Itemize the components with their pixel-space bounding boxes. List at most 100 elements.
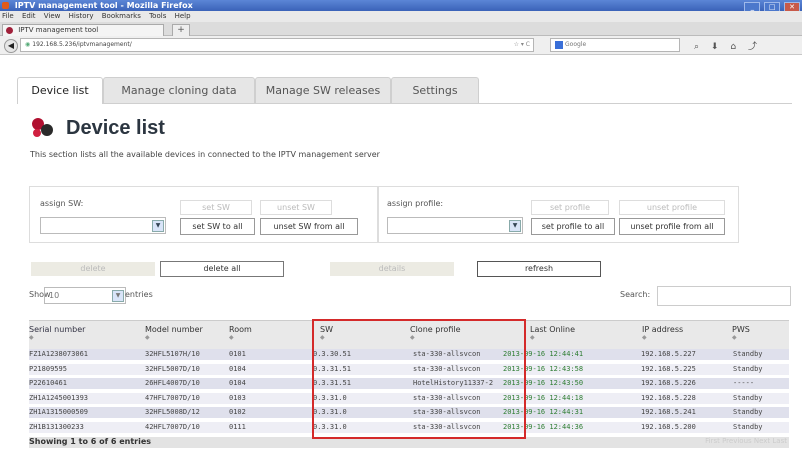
- web-search-box[interactable]: Google: [550, 38, 680, 52]
- cell-model-number: 32HFL5008D/12: [145, 408, 200, 416]
- set-sw-button[interactable]: set SW: [180, 200, 252, 215]
- sort-icon: ◆: [29, 334, 34, 341]
- cell-pws: Standby: [733, 422, 763, 431]
- unset-sw-button[interactable]: unset SW: [260, 200, 332, 215]
- window-title: IPTV management tool - Mozilla Firefox: [14, 1, 193, 10]
- window-titlebar: IPTV management tool - Mozilla Firefox _…: [0, 0, 802, 13]
- cell-serial-number: ZH1A1245001393: [29, 393, 89, 402]
- cell-room: 0103: [229, 393, 246, 402]
- unset-sw-from-all-button[interactable]: unset SW from all: [260, 218, 358, 235]
- page-description: This section lists all the available dev…: [30, 150, 380, 159]
- table-search-label: Search:: [620, 290, 651, 299]
- tab-settings[interactable]: Settings: [391, 77, 479, 103]
- column-last-online[interactable]: Last Online ◆: [530, 325, 575, 341]
- share-icon[interactable]: ⤴: [748, 42, 757, 52]
- entries-label: entries: [125, 290, 153, 299]
- column-pws[interactable]: PWS ◆: [732, 325, 750, 341]
- details-button[interactable]: details: [330, 262, 454, 276]
- pagination[interactable]: First Previous Next Last: [705, 437, 787, 445]
- unset-profile-from-all-button[interactable]: unset profile from all: [619, 218, 725, 235]
- menu-history[interactable]: History: [69, 12, 94, 20]
- menu-edit[interactable]: Edit: [22, 12, 36, 20]
- cell-serial-number: FZ1A1238073061: [29, 350, 89, 358]
- sort-icon: ◆: [145, 334, 150, 341]
- unset-profile-button[interactable]: unset profile: [619, 200, 725, 215]
- cell-room: 0111: [229, 422, 246, 431]
- toolbar-icons: ⌕ ⬇ ⌂ ⤴: [694, 39, 766, 52]
- cell-serial-number: P21809595: [29, 364, 67, 373]
- entries-info: Showing 1 to 6 of 6 entries: [29, 437, 152, 446]
- cell-pws: Standby: [733, 393, 763, 402]
- sort-icon: ◆: [642, 334, 647, 341]
- cell-ip-address: 192.168.5.241: [641, 408, 696, 416]
- delete-all-button[interactable]: delete all: [160, 261, 284, 277]
- cell-pws: Standby: [733, 408, 763, 416]
- assign-sw-label: assign SW:: [40, 199, 84, 208]
- home-icon[interactable]: ⌂: [730, 42, 736, 52]
- cell-model-number: 32HFL5007D/10: [145, 364, 200, 373]
- cell-ip-address: 192.168.5.226: [641, 379, 696, 387]
- browser-tab-title: IPTV management tool: [18, 26, 99, 34]
- refresh-button[interactable]: refresh: [477, 261, 601, 277]
- sw-select[interactable]: ▼: [40, 217, 166, 234]
- page-title: Device list: [66, 117, 165, 139]
- table-search-input[interactable]: [657, 286, 791, 306]
- tab-device-list[interactable]: Device list: [17, 77, 103, 104]
- highlight-box: [312, 319, 526, 439]
- cell-room: 0104: [229, 364, 246, 373]
- cell-ip-address: 192.168.5.228: [641, 393, 696, 402]
- column-serial-number[interactable]: Serial number ◆: [29, 325, 85, 341]
- column-label: IP address: [642, 325, 684, 334]
- set-sw-to-all-button[interactable]: set SW to all: [180, 218, 255, 235]
- delete-button[interactable]: delete: [31, 262, 155, 276]
- profile-select[interactable]: ▼: [387, 217, 523, 234]
- cell-pws: -----: [733, 379, 755, 387]
- tab-manage-cloning-data[interactable]: Manage cloning data: [103, 77, 255, 103]
- cell-model-number: 32HFL5107H/10: [145, 350, 200, 358]
- chevron-down-icon: ▼: [152, 220, 164, 232]
- sort-icon: ◆: [530, 334, 535, 341]
- set-profile-to-all-button[interactable]: set profile to all: [531, 218, 615, 235]
- download-icon[interactable]: ⬇: [711, 42, 719, 52]
- menu-help[interactable]: Help: [175, 12, 191, 20]
- cell-pws: Standby: [733, 364, 763, 373]
- column-label: Room: [229, 325, 252, 334]
- navigation-bar: ◀ ◉ 192.168.5.236/iptvmanagement/ ☆ ▾ C G…: [0, 36, 802, 55]
- cell-ip-address: 192.168.5.200: [641, 422, 696, 431]
- column-model-number[interactable]: Model number ◆: [145, 325, 203, 341]
- reload-icon[interactable]: ☆ ▾ C: [514, 39, 530, 51]
- cell-room: 0102: [229, 408, 246, 416]
- favicon-icon: [6, 27, 13, 34]
- google-icon: [555, 41, 563, 49]
- cell-serial-number: P22610461: [29, 379, 67, 387]
- tab-manage-sw-releases[interactable]: Manage SW releases: [255, 77, 391, 103]
- set-profile-button[interactable]: set profile: [531, 200, 609, 215]
- firefox-icon: [2, 2, 9, 9]
- search-icon[interactable]: ⌕: [694, 42, 699, 52]
- assign-profile-panel: assign profile: ▼ set profile unset prof…: [378, 186, 739, 243]
- sort-icon: ◆: [732, 334, 737, 341]
- menu-bar: File Edit View History Bookmarks Tools H…: [0, 11, 802, 22]
- page-tabs: Device list Manage cloning data Manage S…: [17, 77, 792, 104]
- browser-tab[interactable]: IPTV management tool: [2, 24, 164, 36]
- column-label: Serial number: [29, 325, 86, 334]
- column-label: PWS: [732, 325, 750, 334]
- cell-pws: Standby: [733, 350, 763, 358]
- browser-tab-bar: IPTV management tool +: [0, 22, 802, 37]
- column-ip-address[interactable]: IP address ◆: [642, 325, 683, 341]
- chevron-down-icon: ▼: [112, 290, 124, 302]
- assign-profile-label: assign profile:: [387, 199, 444, 208]
- column-room[interactable]: Room ◆: [229, 325, 252, 341]
- menu-bookmarks[interactable]: Bookmarks: [102, 12, 141, 20]
- network-logo-icon: [32, 118, 53, 137]
- cell-model-number: 42HFL7007D/10: [145, 422, 200, 431]
- menu-file[interactable]: File: [2, 12, 14, 20]
- cell-room: 0104: [229, 379, 246, 387]
- entries-select[interactable]: 10 ▼: [44, 287, 126, 304]
- globe-icon: ◉: [25, 41, 31, 48]
- menu-view[interactable]: View: [44, 12, 61, 20]
- search-engine-name: Google: [565, 41, 587, 48]
- menu-tools[interactable]: Tools: [149, 12, 166, 20]
- back-arrow-icon[interactable]: ◀: [4, 39, 18, 53]
- url-bar[interactable]: ◉ 192.168.5.236/iptvmanagement/ ☆ ▾ C: [20, 38, 534, 52]
